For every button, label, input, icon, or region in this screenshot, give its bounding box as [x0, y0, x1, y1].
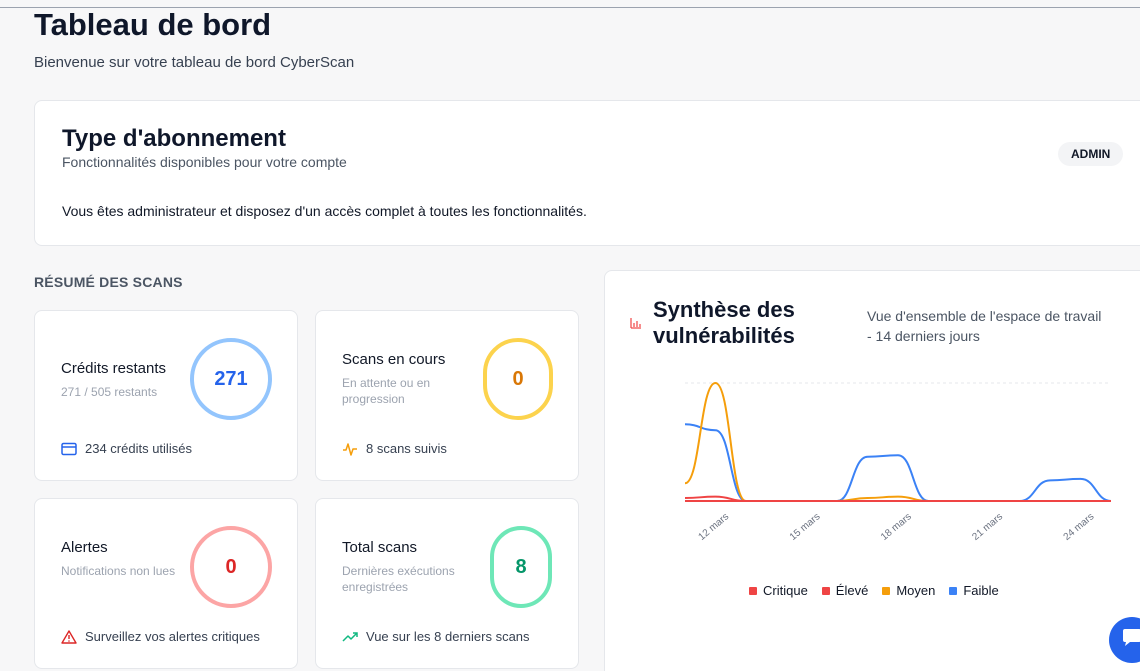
x-tick-label: 15 mars — [788, 511, 823, 543]
legend-label: Faible — [963, 583, 999, 598]
subscription-text: Vous êtes administrateur et disposez d'u… — [62, 203, 587, 219]
subscription-description: Fonctionnalités disponibles pour votre c… — [62, 154, 347, 170]
chat-icon — [1121, 628, 1140, 653]
scans-summary-title: RÉSUMÉ DES SCANS — [34, 274, 183, 290]
role-badge: ADMIN — [1058, 142, 1124, 166]
credits-value-ring: 271 — [190, 338, 272, 420]
credits-sub: 271 / 505 restants — [61, 385, 158, 399]
legend-label: Moyen — [896, 583, 936, 598]
vulnerabilities-chart-card: Synthèse des vulnérabilités Vue d'ensemb… — [604, 270, 1140, 671]
x-tick-label: 24 mars — [1062, 511, 1097, 543]
legend-item-élevé[interactable]: Élevé — [821, 583, 869, 598]
total-scans-sub: Dernières exécutions enregistrées — [342, 564, 455, 594]
scans-in-progress-sub: En attente ou en progression — [342, 376, 431, 406]
total-scans-value-ring: 8 — [490, 526, 552, 608]
subscription-card: Type d'abonnement Fonctionnalités dispon… — [34, 100, 1140, 246]
legend-item-moyen[interactable]: Moyen — [882, 583, 935, 598]
legend-item-critique[interactable]: Critique — [749, 583, 808, 598]
x-tick-label: 21 mars — [970, 511, 1005, 543]
credits-label: Crédits restants — [61, 360, 167, 377]
credits-card[interactable]: Crédits restants 271 / 505 restants 271 … — [34, 310, 298, 481]
alerts-sub: Notifications non lues — [61, 564, 176, 578]
credit-card-icon — [61, 442, 77, 456]
alerts-label: Alertes — [61, 539, 108, 556]
legend-swatch — [821, 586, 830, 595]
page-subtitle: Bienvenue sur votre tableau de bord Cybe… — [34, 54, 355, 71]
page-title: Tableau de bord — [34, 7, 272, 42]
alerts-card[interactable]: Alertes Notifications non lues 0 Surveil… — [34, 498, 298, 669]
total-scans-footer: Vue sur les 8 derniers scans — [366, 629, 530, 644]
total-scans-label: Total scans — [342, 539, 418, 556]
total-scans-card[interactable]: Total scans Dernières exécutions enregis… — [315, 498, 579, 669]
x-tick-label: 12 mars — [696, 511, 731, 543]
legend-item-faible[interactable]: Faible — [949, 583, 999, 598]
scans-in-progress-footer: 8 scans suivis — [366, 441, 447, 456]
activity-icon — [342, 442, 358, 456]
trending-up-icon — [342, 630, 358, 644]
x-tick-label: 18 mars — [879, 511, 914, 543]
subscription-title: Type d'abonnement — [62, 125, 286, 152]
legend-label: Élevé — [835, 583, 869, 598]
alerts-footer: Surveillez vos alertes critiques — [85, 629, 260, 644]
scans-in-progress-value-ring: 0 — [483, 338, 553, 420]
series-line-faible — [684, 423, 1112, 502]
chart-legend: Critique Élevé Moyen Faible — [749, 583, 999, 598]
series-line-moyen — [684, 381, 1111, 502]
scans-in-progress-card[interactable]: Scans en cours En attente ou en progress… — [315, 310, 579, 481]
legend-swatch — [949, 586, 958, 595]
legend-swatch — [749, 586, 757, 595]
legend-swatch — [882, 586, 891, 595]
vulnerabilities-chart: 12 mars 15 mars 18 mars 21 mars 24 mars — [684, 381, 1112, 543]
legend-label: Critique — [763, 583, 808, 598]
warning-icon — [61, 629, 77, 644]
scans-in-progress-label: Scans en cours — [342, 351, 446, 368]
alerts-value-ring: 0 — [190, 526, 272, 608]
credits-footer: 234 crédits utilisés — [85, 441, 192, 456]
